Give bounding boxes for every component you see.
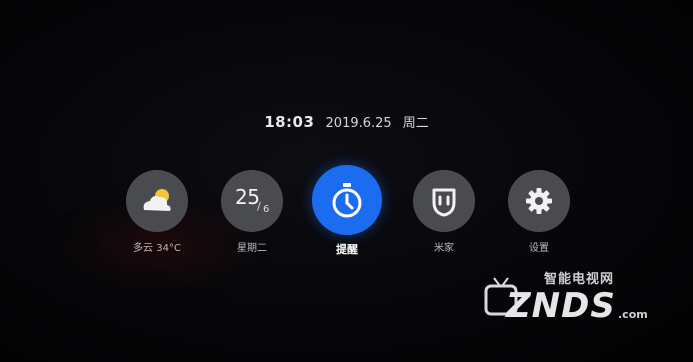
weather-label: 多云 34°C xyxy=(133,243,181,254)
reminder-button[interactable] xyxy=(312,165,382,235)
tv-home-screen: 18:03 2019.6.25 周二 多云 34°C 25 / 6 星期二 提醒… xyxy=(0,0,693,362)
calendar-date-icon: 25 / 6 xyxy=(221,170,283,232)
gear-icon xyxy=(526,188,552,214)
settings-button[interactable] xyxy=(508,170,570,232)
clock-time: 18:03 xyxy=(264,113,315,131)
date-label: 星期二 xyxy=(237,243,267,254)
calendar-day: 25 xyxy=(235,185,260,209)
settings-label: 设置 xyxy=(529,243,549,254)
mijia-label: 米家 xyxy=(434,243,454,254)
reminder-label: 提醒 xyxy=(336,243,358,256)
mijia-button[interactable] xyxy=(413,170,475,232)
stopwatch-icon xyxy=(332,183,362,218)
watermark-brand: ZNDS xyxy=(506,286,616,326)
tile-weather[interactable]: 多云 34°C xyxy=(125,170,189,254)
calendar-slash: / xyxy=(257,200,261,213)
tile-mijia[interactable]: 米家 xyxy=(412,170,476,254)
tile-settings[interactable]: 设置 xyxy=(507,170,571,254)
weather-button[interactable] xyxy=(126,170,188,232)
tile-date[interactable]: 25 / 6 星期二 xyxy=(220,170,284,254)
date-button[interactable]: 25 / 6 xyxy=(221,170,283,232)
mijia-logo-icon xyxy=(432,188,456,217)
cloud-sun-icon xyxy=(143,189,171,211)
watermark-domain: .com xyxy=(618,308,648,321)
znds-watermark: 智能电视网 ZNDS .com xyxy=(478,268,678,328)
clock-date: 2019.6.25 xyxy=(325,116,392,131)
watermark-chinese: 智能电视网 xyxy=(544,272,615,287)
clock-weekday: 周二 xyxy=(402,116,429,131)
status-bar: 18:03 2019.6.25 周二 xyxy=(0,112,693,131)
calendar-month: 6 xyxy=(263,204,270,215)
tile-reminder[interactable]: 提醒 xyxy=(311,165,383,257)
